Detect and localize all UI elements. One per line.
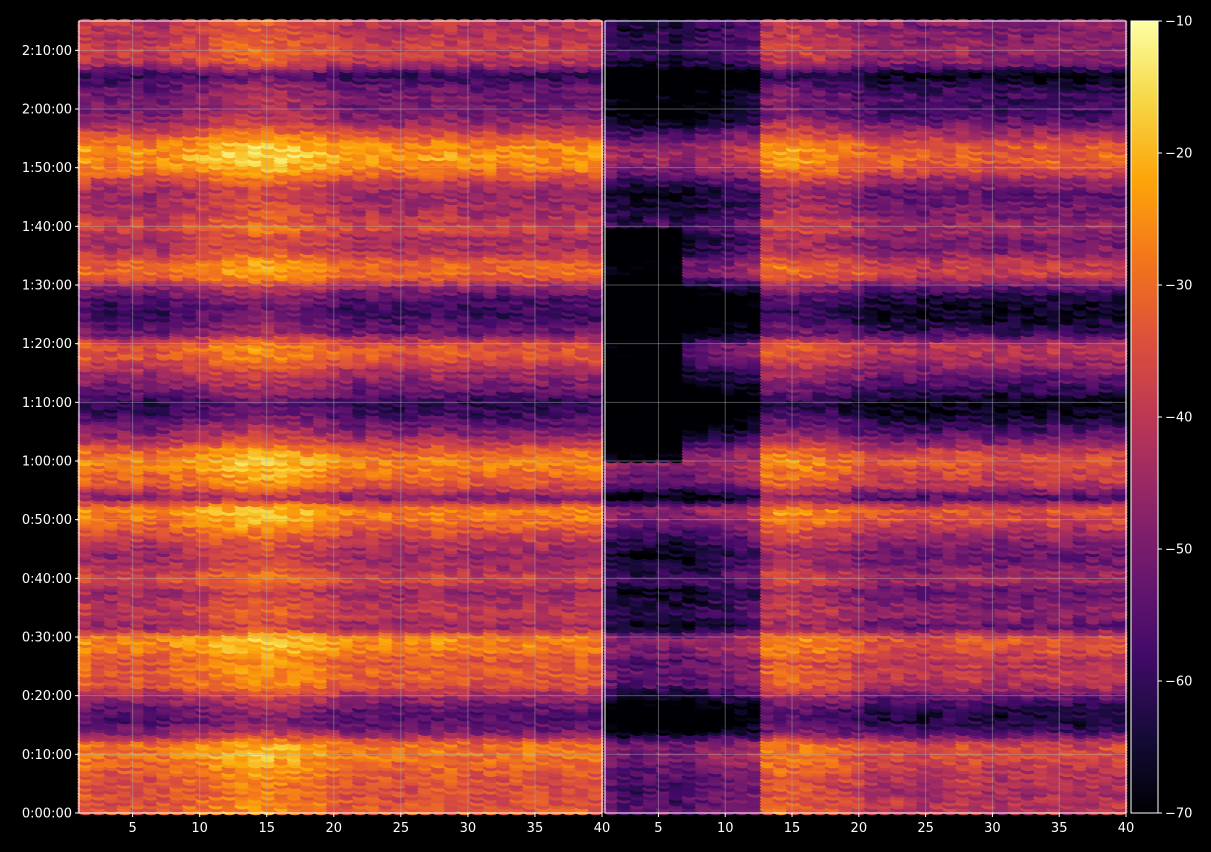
chart-figure: 0:00:000:10:000:20:000:30:000:40:000:50:…: [0, 0, 1211, 852]
